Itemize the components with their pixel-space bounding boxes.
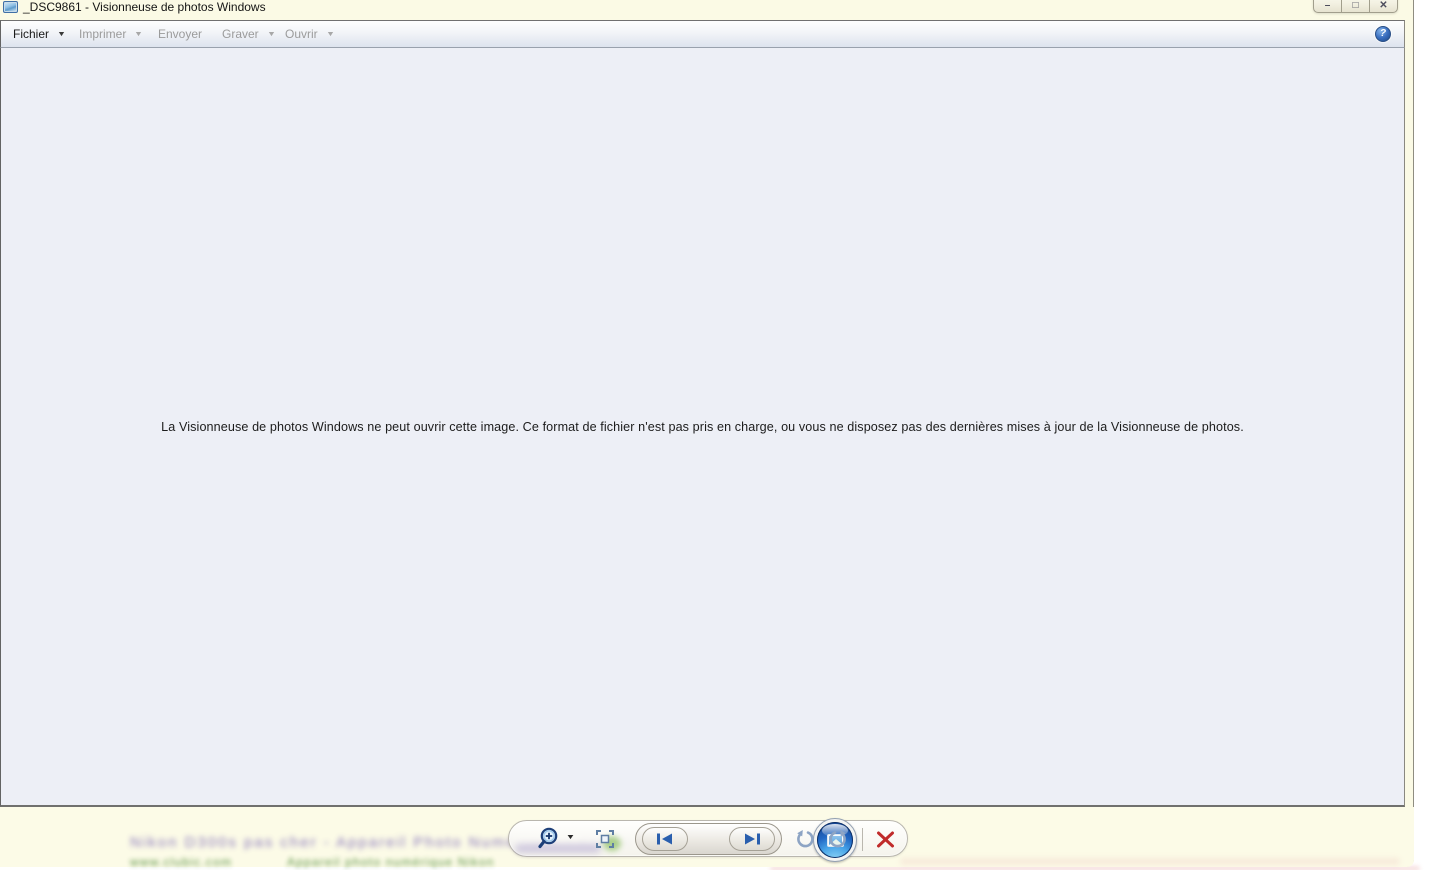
viewer-toolbar: ▼ bbox=[508, 818, 908, 862]
menu-graver-label: Graver bbox=[222, 27, 259, 41]
zoom-button[interactable] bbox=[534, 826, 564, 852]
delete-x-icon bbox=[877, 831, 894, 848]
chevron-down-icon: ▼ bbox=[56, 30, 66, 38]
magnifier-plus-icon bbox=[538, 827, 558, 849]
next-button[interactable] bbox=[729, 827, 775, 851]
navigation-pill bbox=[635, 818, 857, 862]
menu-imprimer-label: Imprimer bbox=[79, 27, 127, 41]
close-icon: ✕ bbox=[1379, 0, 1388, 11]
window-title: _DSC9861 - Visionneuse de photos Windows bbox=[23, 0, 266, 14]
zoom-dropdown-arrow-icon[interactable]: ▼ bbox=[566, 834, 576, 841]
photo-viewer-window: _DSC9861 - Visionneuse de photos Windows… bbox=[0, 0, 1414, 867]
menu-fichier[interactable]: Fichier ▼ bbox=[13, 21, 66, 47]
actual-size-button[interactable] bbox=[595, 829, 615, 849]
next-icon bbox=[745, 833, 760, 845]
menu-ouvrir-label: Ouvrir bbox=[285, 27, 318, 41]
help-button[interactable]: ? bbox=[1375, 26, 1391, 42]
delete-button[interactable] bbox=[876, 831, 895, 848]
chevron-down-icon: ▼ bbox=[325, 30, 335, 38]
screen: _DSC9861 - Visionneuse de photos Windows… bbox=[0, 0, 1430, 870]
rotate-counterclockwise-icon bbox=[797, 830, 814, 848]
background-search-result-snippet: Appareil photo numérique Nikon bbox=[287, 855, 495, 869]
background-search-result-url: www.clubic.com bbox=[130, 855, 233, 869]
rotate-clockwise-button[interactable] bbox=[829, 830, 847, 849]
maximize-button[interactable]: □ bbox=[1341, 0, 1370, 13]
previous-button[interactable] bbox=[642, 827, 688, 851]
menu-graver[interactable]: Graver ▼ bbox=[222, 21, 276, 47]
menu-bar: Fichier ▼ Imprimer ▼ Envoyer Graver ▼ Ou… bbox=[0, 20, 1405, 48]
rotate-clockwise-icon bbox=[829, 830, 846, 848]
photo-viewer-icon bbox=[3, 1, 18, 13]
error-message: La Visionneuse de photos Windows ne peut… bbox=[161, 420, 1244, 434]
menu-ouvrir[interactable]: Ouvrir ▼ bbox=[285, 21, 335, 47]
chevron-down-icon: ▼ bbox=[266, 30, 276, 38]
menu-envoyer-label: Envoyer bbox=[158, 27, 203, 41]
minimize-icon: – bbox=[1324, 0, 1331, 11]
chevron-down-icon: ▼ bbox=[134, 30, 144, 38]
maximize-icon: □ bbox=[1352, 0, 1359, 11]
window-controls: – □ ✕ bbox=[1313, 0, 1398, 13]
menu-envoyer[interactable]: Envoyer bbox=[158, 21, 202, 47]
minimize-button[interactable]: – bbox=[1313, 0, 1342, 13]
menu-imprimer[interactable]: Imprimer ▼ bbox=[79, 21, 144, 47]
help-icon: ? bbox=[1379, 28, 1387, 39]
actual-size-icon bbox=[596, 830, 614, 848]
toolbar-divider bbox=[862, 828, 863, 851]
title-bar: _DSC9861 - Visionneuse de photos Windows bbox=[0, 0, 1413, 20]
image-canvas: La Visionneuse de photos Windows ne peut… bbox=[0, 48, 1405, 807]
previous-icon bbox=[657, 833, 672, 845]
menu-fichier-label: Fichier bbox=[13, 27, 50, 41]
rotate-counterclockwise-button[interactable] bbox=[796, 830, 814, 849]
close-button[interactable]: ✕ bbox=[1369, 0, 1398, 13]
